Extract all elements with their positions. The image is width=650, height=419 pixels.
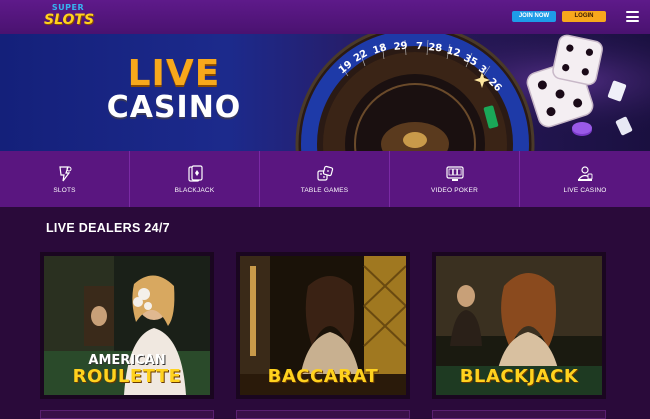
card-title: ROULETTE (72, 366, 182, 387)
category-label: LIVE CASINO (563, 186, 607, 194)
wheel-number: 29 (393, 41, 408, 53)
banner-line2: CASINO (106, 90, 242, 125)
hero-banner[interactable]: 19 22 18 29 7 28 12 35 3 26 LIVE CASINO (0, 34, 650, 151)
next-card-row (236, 410, 410, 419)
category-table-games[interactable]: TABLE GAMES (260, 151, 390, 207)
cards-icon (187, 164, 203, 182)
category-nav: SLOTS BLACKJACK TABLE GAMES VIDEO POKER (0, 151, 650, 207)
banner-line1: LIVE (127, 53, 221, 94)
category-label: TABLE GAMES (300, 186, 349, 194)
next-card-row (40, 410, 214, 419)
category-label: VIDEO POKER (431, 186, 478, 194)
wheel-number: 28 (428, 42, 443, 54)
login-button[interactable]: LOGIN (562, 11, 606, 22)
wheel-number: 7 (416, 41, 423, 52)
roulette-dice-illustration: 19 22 18 29 7 28 12 35 3 26 (260, 34, 650, 151)
site-logo[interactable]: SUPER SLOTS (44, 3, 95, 30)
live-dealer-cards: AMERICAN ROULETTE BACCARAT BLACKJACK (0, 248, 650, 419)
game-card-roulette[interactable]: AMERICAN ROULETTE (40, 252, 214, 399)
next-card-row (432, 410, 606, 419)
logo-line1: SUPER (51, 3, 85, 12)
live-dealer-icon (578, 165, 593, 181)
category-live-casino[interactable]: LIVE CASINO (520, 151, 650, 207)
category-video-poker[interactable]: VIDEO POKER (390, 151, 520, 207)
site-header: SUPER SLOTS JOIN NOW LOGIN (0, 0, 650, 34)
category-label: BLACKJACK (174, 186, 215, 194)
category-slots[interactable]: SLOTS (0, 151, 130, 207)
section-title: LIVE DEALERS 24/7 (46, 221, 170, 235)
video-poker-icon (445, 165, 464, 181)
join-now-button[interactable]: JOIN NOW (512, 11, 556, 22)
card-title: BLACKJACK (459, 366, 579, 387)
card-title: BACCARAT (267, 366, 379, 387)
logo-line2: SLOTS (44, 12, 95, 28)
table-dice-icon (316, 165, 333, 181)
category-blackjack[interactable]: BLACKJACK (130, 151, 260, 207)
game-card-blackjack[interactable]: BLACKJACK (432, 252, 606, 399)
banner-heading: LIVE CASINO (104, 56, 244, 124)
slots-icon (58, 165, 71, 181)
game-card-baccarat[interactable]: BACCARAT (236, 252, 410, 399)
hamburger-menu-icon[interactable] (626, 11, 639, 22)
category-label: SLOTS (53, 186, 76, 194)
